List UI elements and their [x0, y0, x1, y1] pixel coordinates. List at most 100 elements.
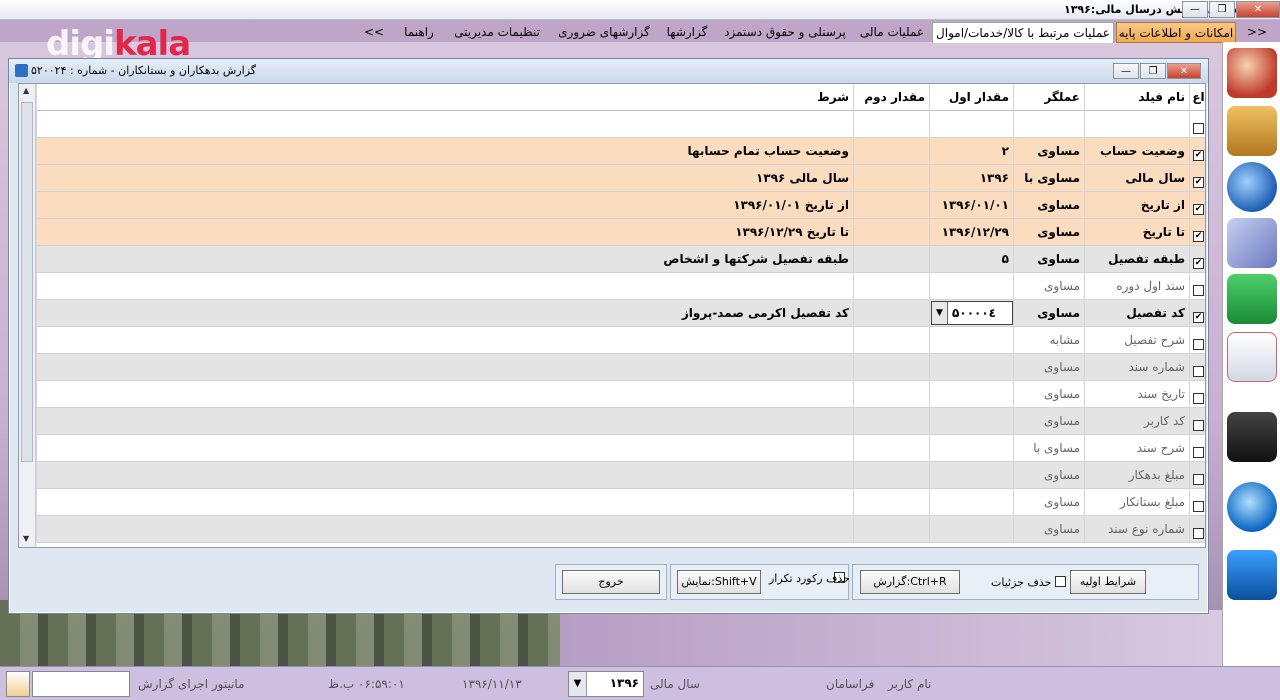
- value1[interactable]: [929, 111, 1013, 138]
- report-button[interactable]: Ctrl+R:گزارش: [860, 570, 960, 594]
- value2[interactable]: [853, 381, 929, 408]
- row-checkbox[interactable]: [1193, 500, 1204, 512]
- row-checkbox-cell[interactable]: ✔: [1189, 246, 1205, 273]
- download-icon[interactable]: [1227, 106, 1277, 156]
- value1[interactable]: [929, 273, 1013, 300]
- tab-base-info[interactable]: امکانات و اطلاعات پایه: [1116, 22, 1236, 43]
- remove-details-checkbox[interactable]: [1055, 576, 1066, 587]
- row-checkbox-cell[interactable]: ✔: [1189, 219, 1205, 246]
- row-checkbox[interactable]: [1193, 527, 1204, 539]
- initial-conditions-button[interactable]: شرایط اولیه: [1070, 570, 1146, 594]
- operator[interactable]: مساوی: [1013, 138, 1084, 165]
- scroll-thumb[interactable]: [21, 102, 33, 462]
- value1[interactable]: [929, 489, 1013, 516]
- row-checkbox-cell[interactable]: [1189, 111, 1205, 138]
- operator[interactable]: [1013, 111, 1084, 138]
- row-checkbox-cell[interactable]: [1189, 435, 1205, 462]
- row-checkbox-cell[interactable]: ✔: [1189, 138, 1205, 165]
- operator[interactable]: مساوی: [1013, 462, 1084, 489]
- report-close-button[interactable]: ✕: [1167, 63, 1201, 79]
- value1[interactable]: [929, 435, 1013, 462]
- operator[interactable]: مساوی: [1013, 300, 1084, 327]
- row-checkbox[interactable]: ✔: [1193, 203, 1204, 215]
- value2[interactable]: [853, 354, 929, 381]
- value2[interactable]: [853, 462, 929, 489]
- close-button[interactable]: ✕: [1236, 1, 1280, 18]
- value2[interactable]: [853, 165, 929, 192]
- money-icon[interactable]: [1227, 274, 1277, 324]
- row-checkbox[interactable]: [1193, 122, 1204, 134]
- operator[interactable]: مساوی: [1013, 246, 1084, 273]
- value2[interactable]: [853, 489, 929, 516]
- operator[interactable]: مساوی: [1013, 381, 1084, 408]
- row-checkbox-cell[interactable]: [1189, 462, 1205, 489]
- table-row[interactable]: ✔ از تاریخ مساوی ۱۳۹۶/۰۱/۰۱ از تاریخ ۱۳۹۶/۰۱…: [36, 192, 1205, 219]
- table-row[interactable]: ✔ تا تاریخ مساوی ۱۳۹۶/۱۲/۲۹ تا تاریخ ۱۳۹۶/۱۲…: [36, 219, 1205, 246]
- book-icon[interactable]: [1227, 218, 1277, 268]
- row-checkbox-cell[interactable]: [1189, 327, 1205, 354]
- value2[interactable]: [853, 273, 929, 300]
- table-row[interactable]: شماره نوع سند مساوی: [36, 516, 1205, 543]
- tab-goods-operations[interactable]: عملیات مرتبط با کالا/خدمات/اموال: [932, 22, 1114, 43]
- value1[interactable]: [929, 381, 1013, 408]
- table-row[interactable]: ✔ کد تفصیل مساوی ۵۰۰۰۰٤ ▼ کد تفصیل اکرمی صمد-…: [36, 300, 1205, 327]
- fiscal-year-select[interactable]: ۱۳۹۶ ▼: [568, 671, 644, 697]
- tab-financial[interactable]: عملیات مالی: [856, 22, 928, 43]
- value1[interactable]: [929, 327, 1013, 354]
- row-checkbox[interactable]: [1193, 284, 1204, 296]
- row-checkbox[interactable]: ✔: [1193, 311, 1204, 323]
- operator[interactable]: مساوی: [1013, 192, 1084, 219]
- tab-payroll[interactable]: پرسنلی و حقوق دستمزد: [718, 22, 852, 43]
- teamviewer-icon[interactable]: [1227, 550, 1277, 600]
- row-checkbox[interactable]: [1193, 473, 1204, 485]
- row-checkbox-cell[interactable]: ✔: [1189, 192, 1205, 219]
- menu-scroll-right[interactable]: >>: [356, 22, 392, 43]
- touch-icon[interactable]: [1227, 482, 1277, 532]
- value2[interactable]: [853, 327, 929, 354]
- row-checkbox-cell[interactable]: [1189, 408, 1205, 435]
- value1[interactable]: ۱۳۹۶/۱۲/۲۹: [929, 219, 1013, 246]
- row-checkbox[interactable]: [1193, 365, 1204, 377]
- table-row[interactable]: مبلغ بدهکار مساوی: [36, 462, 1205, 489]
- report-restore-button[interactable]: ❐: [1140, 63, 1166, 79]
- chevron-down-icon[interactable]: ▼: [932, 302, 948, 324]
- row-checkbox[interactable]: ✔: [1193, 230, 1204, 242]
- scroll-up-icon[interactable]: ▲: [23, 86, 29, 95]
- row-checkbox-cell[interactable]: [1189, 273, 1205, 300]
- operator[interactable]: مساوی با: [1013, 165, 1084, 192]
- row-checkbox[interactable]: ✔: [1193, 176, 1204, 188]
- tab-management-settings[interactable]: تنظیمات مدیریتی: [446, 22, 548, 43]
- globe-settings-icon[interactable]: [1227, 162, 1277, 212]
- value2[interactable]: [853, 246, 929, 273]
- exit-button[interactable]: خروج: [562, 570, 660, 594]
- value1[interactable]: [929, 462, 1013, 489]
- row-checkbox-cell[interactable]: [1189, 516, 1205, 543]
- row-checkbox[interactable]: [1193, 446, 1204, 458]
- value2[interactable]: [853, 111, 929, 138]
- operator[interactable]: مساوی: [1013, 408, 1084, 435]
- value1[interactable]: ۲: [929, 138, 1013, 165]
- table-row[interactable]: [36, 111, 1205, 138]
- value2[interactable]: [853, 138, 929, 165]
- calendar-icon[interactable]: [6, 671, 30, 697]
- table-row[interactable]: ✔ سال مالی مساوی با ۱۳۹۶ سال مالی ۱۳۹۶: [36, 165, 1205, 192]
- value1[interactable]: ۱۳۹۶: [929, 165, 1013, 192]
- operator[interactable]: مساوی: [1013, 354, 1084, 381]
- operator[interactable]: مشابه: [1013, 327, 1084, 354]
- operator[interactable]: مساوی با: [1013, 435, 1084, 462]
- value1[interactable]: ۵: [929, 246, 1013, 273]
- tab-help[interactable]: راهنما: [396, 22, 442, 43]
- value2[interactable]: [853, 408, 929, 435]
- table-row[interactable]: شماره سند مساوی: [36, 354, 1205, 381]
- value1[interactable]: [929, 354, 1013, 381]
- calculator-icon[interactable]: [1227, 412, 1277, 462]
- value2[interactable]: [853, 516, 929, 543]
- value1-combo[interactable]: ۵۰۰۰۰٤ ▼: [931, 301, 1013, 325]
- value1-cell[interactable]: ۵۰۰۰۰٤ ▼: [929, 300, 1013, 327]
- value1[interactable]: [929, 516, 1013, 543]
- chevron-down-icon[interactable]: ▼: [569, 672, 587, 696]
- document-icon[interactable]: [1227, 332, 1277, 382]
- operator[interactable]: مساوی: [1013, 273, 1084, 300]
- restore-button[interactable]: ❐: [1209, 1, 1235, 18]
- row-checkbox-cell[interactable]: ✔: [1189, 165, 1205, 192]
